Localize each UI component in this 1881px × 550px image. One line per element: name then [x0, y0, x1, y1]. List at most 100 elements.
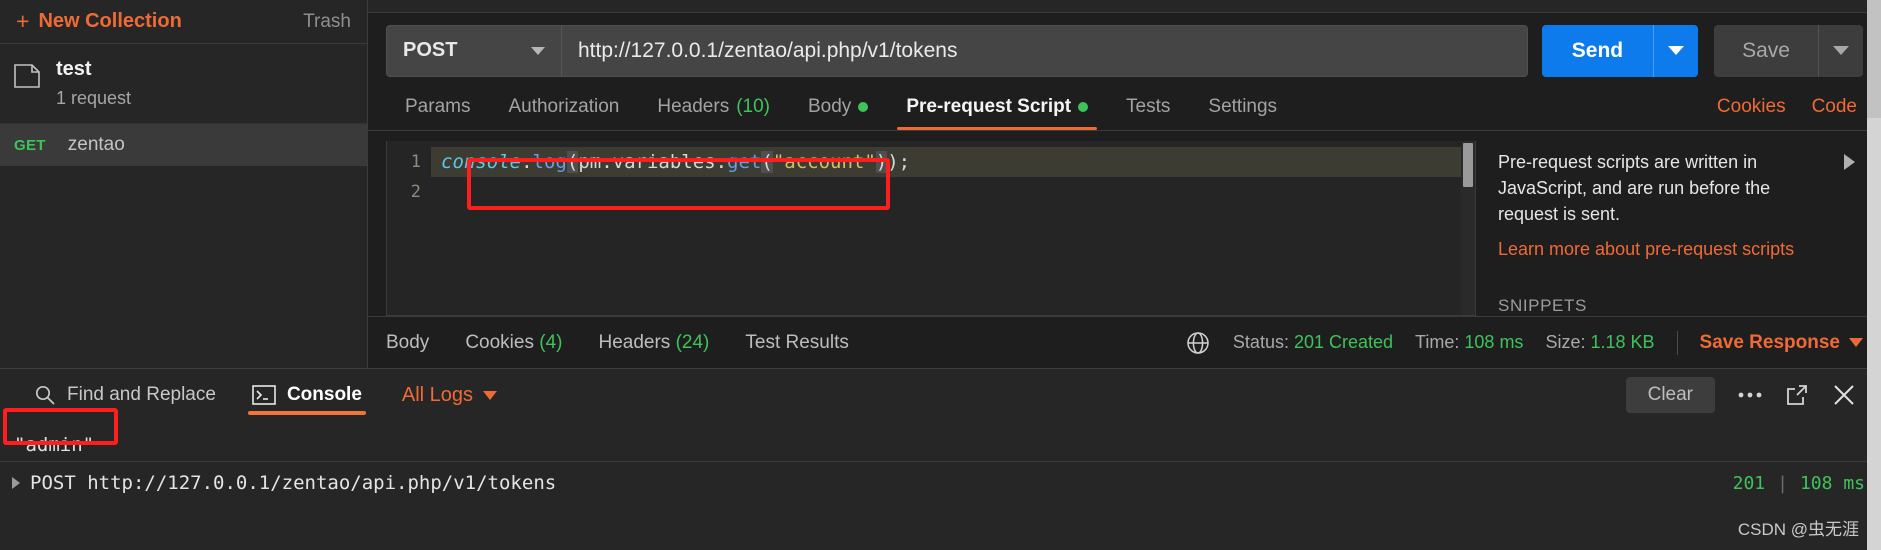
request-tabs: Params Authorization Headers (10) Body Pr…: [368, 87, 1881, 132]
request-pane: POST http://127.0.0.1/zentao/api.php/v1/…: [368, 0, 1881, 368]
globe-icon[interactable]: [1185, 330, 1211, 356]
token-inner-path: pm.variables.: [578, 151, 728, 174]
editor-area: 1 2 console.log(pm.variables.get("accoun…: [368, 131, 1881, 317]
script-editor[interactable]: 1 2 console.log(pm.variables.get("accoun…: [386, 141, 1476, 317]
token-string-account: "account": [772, 151, 876, 174]
token-close-paren: ): [887, 151, 899, 174]
new-collection-button[interactable]: + New Collection: [16, 10, 182, 33]
line-number: 2: [410, 182, 421, 203]
chevron-down-icon: [1849, 338, 1863, 348]
all-logs-label: All Logs: [401, 383, 474, 406]
response-tab-body[interactable]: Body: [386, 332, 451, 354]
code-line-2[interactable]: [431, 177, 1475, 207]
console-actions: Clear: [1625, 377, 1865, 413]
chevron-down-icon: [483, 390, 498, 400]
size-readout: Size: 1.18 KB: [1545, 332, 1654, 353]
tab-label: Settings: [1208, 96, 1278, 118]
editor-code[interactable]: console.log(pm.variables.get("account"))…: [431, 141, 1475, 315]
editor-scrollbar-thumb[interactable]: [1463, 143, 1473, 188]
save-button[interactable]: Save: [1714, 25, 1818, 77]
expand-arrow-icon[interactable]: [1844, 154, 1855, 171]
token-dot: .: [521, 151, 533, 174]
tab-count: (10): [736, 96, 770, 118]
send-dropdown-button[interactable]: [1654, 25, 1698, 77]
tab-params[interactable]: Params: [386, 96, 489, 130]
response-tab-headers[interactable]: Headers (24): [598, 332, 731, 354]
token-function-get: get: [727, 151, 762, 174]
status-value: 201 Created: [1293, 332, 1394, 353]
tab-tests[interactable]: Tests: [1107, 96, 1189, 130]
close-icon: [1834, 385, 1854, 405]
tab-authorization[interactable]: Authorization: [489, 96, 638, 130]
find-and-replace-button[interactable]: Find and Replace: [16, 369, 234, 421]
helper-description: Pre-request scripts are written in JavaS…: [1498, 152, 1771, 225]
tab-headers[interactable]: Headers (10): [638, 96, 789, 130]
time-value: 108 ms: [1464, 332, 1524, 353]
save-dropdown-button[interactable]: [1819, 25, 1863, 77]
chevron-down-icon: [1833, 46, 1849, 56]
tab-label: Body: [386, 331, 430, 353]
tab-label: Authorization: [508, 96, 620, 118]
learn-more-link[interactable]: Learn more about pre-request scripts: [1498, 239, 1847, 260]
send-button[interactable]: Send: [1542, 25, 1653, 77]
console-log-entry[interactable]: POST http://127.0.0.1/zentao/api.php/v1/…: [0, 461, 1881, 504]
tab-body[interactable]: Body: [789, 96, 887, 130]
console-label: Console: [286, 384, 362, 405]
save-response-button[interactable]: Save Response: [1700, 332, 1863, 354]
size-label: Size:: [1545, 332, 1586, 353]
tab-label: Test Results: [745, 331, 849, 353]
tab-count: (4): [539, 331, 563, 353]
size-value: 1.18 KB: [1590, 332, 1655, 353]
sidebar-item-zentao[interactable]: GET zentao: [0, 124, 367, 166]
token-close-paren-2: ): [875, 151, 888, 174]
response-tab-test-results[interactable]: Test Results: [745, 332, 870, 354]
url-input-group: POST http://127.0.0.1/zentao/api.php/v1/…: [386, 24, 1528, 77]
plus-icon: +: [16, 8, 30, 34]
response-meta: Status: 201 Created Time: 108 ms Size: 1…: [1185, 330, 1863, 356]
expand-triangle-icon[interactable]: [12, 477, 20, 489]
collection-item-test[interactable]: test 1 request: [0, 44, 367, 124]
tab-settings[interactable]: Settings: [1189, 96, 1296, 130]
more-options-button[interactable]: [1737, 391, 1763, 399]
response-status-bar: Body Cookies (4) Headers (24) Test Resul…: [368, 316, 1881, 368]
open-in-new-window-button[interactable]: [1785, 383, 1809, 407]
status-dot-icon: [1078, 102, 1089, 113]
token-open-paren-2: (: [761, 151, 773, 174]
postman-window: + New Collection Trash test 1 request GE…: [0, 0, 1881, 550]
token-semicolon: ;: [898, 151, 911, 174]
status-dot-icon: [858, 102, 869, 113]
window-scrollbar-thumb[interactable]: [1867, 0, 1881, 118]
tab-label: Pre-request Script: [906, 96, 1072, 118]
ellipsis-icon: [1738, 392, 1762, 398]
code-link[interactable]: Code: [1812, 96, 1857, 118]
trash-button[interactable]: Trash: [303, 11, 351, 33]
status-label: Status:: [1232, 332, 1289, 353]
window-scrollbar[interactable]: [1867, 0, 1881, 550]
method-selector[interactable]: POST: [387, 25, 562, 76]
external-link-icon: [1787, 385, 1807, 405]
console-panel: Find and Replace Console All Logs Clear: [0, 368, 1881, 550]
tab-label: Body: [808, 96, 852, 118]
tab-label: Cookies: [465, 331, 534, 353]
all-logs-filter[interactable]: All Logs: [380, 383, 498, 407]
editor-scrollbar[interactable]: [1461, 141, 1475, 316]
code-line-1[interactable]: console.log(pm.variables.get("account"))…: [431, 147, 1475, 178]
find-and-replace-label: Find and Replace: [67, 384, 216, 405]
tab-pre-request-script[interactable]: Pre-request Script: [887, 96, 1107, 131]
search-icon: [35, 385, 55, 405]
console-button[interactable]: Console: [234, 369, 380, 421]
sidebar: + New Collection Trash test 1 request GE…: [0, 0, 368, 368]
clear-button[interactable]: Clear: [1625, 377, 1715, 413]
collection-request-count: 1 request: [56, 88, 132, 108]
collection-text: test 1 request: [56, 58, 131, 109]
url-input[interactable]: http://127.0.0.1/zentao/api.php/v1/token…: [562, 26, 1527, 76]
snippets-header: SNIPPETS: [1498, 296, 1587, 316]
cookies-link[interactable]: Cookies: [1717, 96, 1786, 118]
log-status: 201: [1732, 472, 1766, 494]
sidebar-toolbar: + New Collection Trash: [0, 0, 367, 44]
send-button-group: Send: [1541, 24, 1699, 77]
tab-links: Cookies Code: [1717, 96, 1863, 130]
close-console-button[interactable]: [1831, 382, 1857, 408]
response-tab-cookies[interactable]: Cookies (4): [465, 332, 584, 354]
folder-icon: [14, 64, 40, 88]
